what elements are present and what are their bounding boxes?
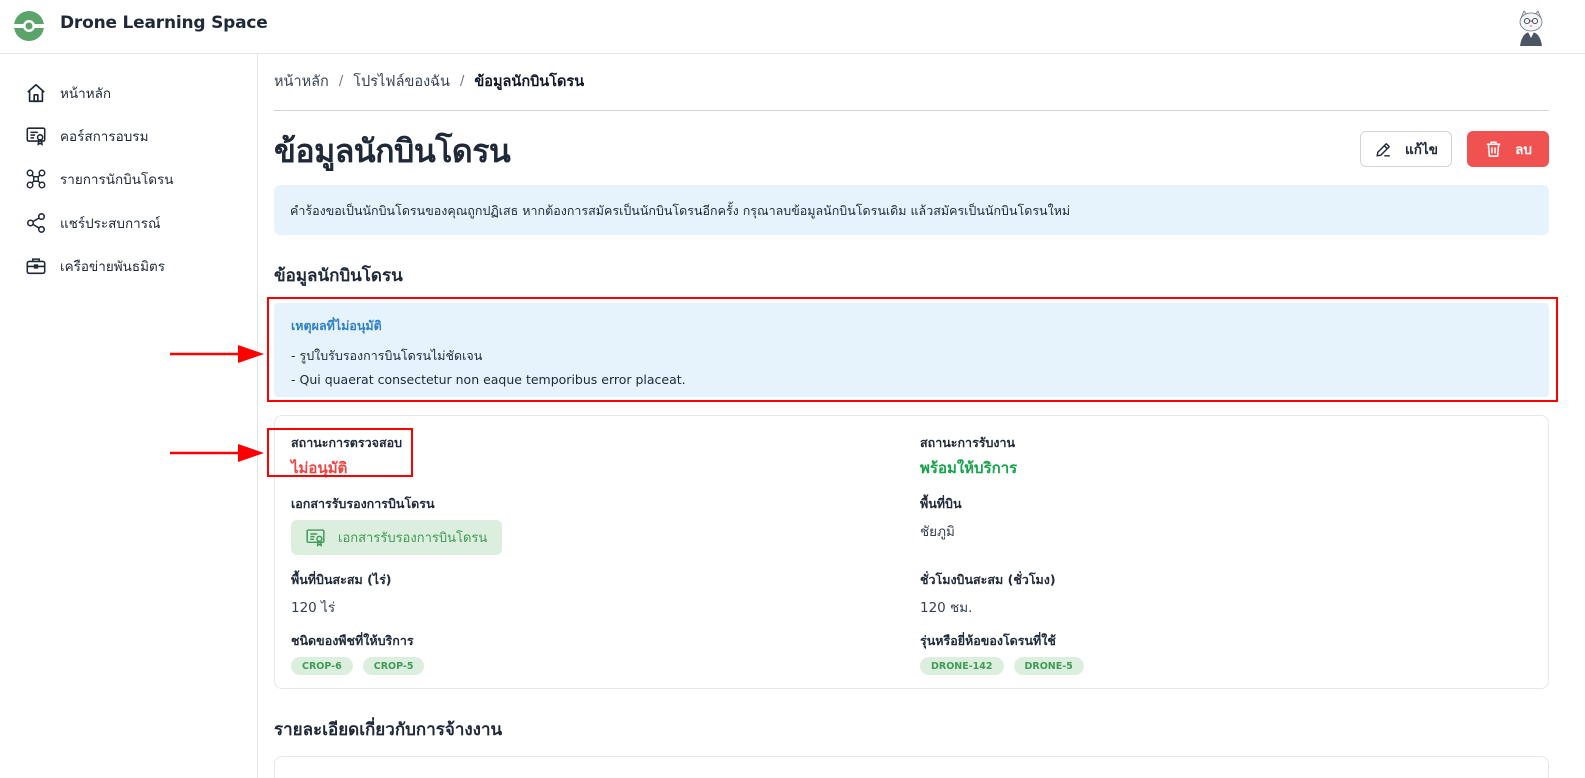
field-label: สถานะการตรวจสอบ [291,435,403,450]
breadcrumb-separator: / [459,74,465,89]
field-label: พื้นที่บิน [920,496,962,511]
pencil-icon [1376,142,1390,157]
certificate-document-label: เอกสารรับรองการบินโดรน [338,531,488,546]
section-title-pilot-info: ข้อมูลนักบินโดรน [274,266,403,286]
sidebar-item-label: เครือข่ายพันธมิตร [60,259,166,275]
sidebar-item-label: รายการนักบินโดรน [60,172,174,188]
field-label: ชนิดของพืชที่ให้บริการ [291,633,414,648]
drone-model-chips: DRONE-142 DRONE-5 [920,657,1094,675]
field-label: สถานะการรับงาน [920,435,1016,450]
page-title: ข้อมูลนักบินโดรน [274,132,511,170]
field-label: รุ่นหรือยี่ห้อของโดรนที่ใช้ [920,633,1056,648]
share-icon [24,211,48,235]
app-title: Drone Learning Space [60,13,268,33]
verification-status-value: ไม่อนุมัติ [291,459,348,477]
sidebar-item-label: แชร์ประสบการณ์ [60,216,161,232]
field-crop-types: ชนิดของพืชที่ให้บริการ CROP-6 CROP-5 [291,631,434,675]
crop-chip: CROP-5 [362,657,425,675]
accumulated-area-value: 120 ไร่ [291,600,336,616]
certificate-icon [24,124,48,148]
user-avatar[interactable] [1516,8,1546,46]
briefcase-icon [24,254,48,278]
delete-button[interactable]: ลบ [1467,131,1549,167]
logo-icon[interactable] [12,9,46,43]
field-work-status: สถานะการรับงาน พร้อมให้บริการ [920,433,1017,480]
crop-type-chips: CROP-6 CROP-5 [291,657,434,675]
flight-area-value: ชัยภูมิ [920,524,955,540]
breadcrumb-profile-link[interactable]: โปรไฟล์ของฉัน [353,70,450,93]
delete-button-label: ลบ [1515,142,1532,158]
sidebar-item-pilots[interactable]: รายการนักบินโดรน [24,165,244,193]
drone-icon [24,167,48,191]
accumulated-hours-value: 120 ชม. [920,600,973,616]
drone-chip: DRONE-142 [920,657,1004,675]
field-verification-status: สถานะการตรวจสอบ ไม่อนุมัติ [291,433,402,480]
certificate-document-button[interactable]: เอกสารรับรองการบินโดรน [291,520,502,555]
top-bar: Drone Learning Space [0,0,1585,54]
sidebar-item-partners[interactable]: เครือข่ายพันธมิตร [24,252,244,280]
trash-icon [1486,141,1501,157]
sidebar: หน้าหลัก คอร์สการอบรม รายการนักบินโดรน แ… [0,54,258,778]
field-label: เอกสารรับรองการบินโดรน [291,496,435,511]
sidebar-item-courses[interactable]: คอร์สการอบรม [24,122,244,150]
section-title-employment: รายละเอียดเกี่ยวกับการจ้างงาน [274,720,503,740]
drone-chip: DRONE-5 [1013,657,1084,675]
pilot-details-card: สถานะการตรวจสอบ ไม่อนุมัติ สถานะการรับงา… [274,415,1549,689]
sidebar-item-share[interactable]: แชร์ประสบการณ์ [24,209,244,237]
employment-card [274,756,1549,778]
field-label: พื้นที่บินสะสม (ไร่) [291,572,392,587]
field-certificate: เอกสารรับรองการบินโดรน เอกสารรับรองการบิ… [291,494,502,555]
certificate-icon [306,529,325,547]
edit-button[interactable]: แก้ไข [1360,131,1452,167]
sidebar-item-home[interactable]: หน้าหลัก [24,79,244,107]
breadcrumb-separator: / [338,74,344,89]
divider [274,110,1549,111]
rejection-reason-item: - รูปใบรับรองการบินโดรนไม่ชัดเจน [291,348,483,363]
breadcrumb: หน้าหลัก / โปรไฟล์ของฉัน / ข้อมูลนักบินโ… [274,70,584,93]
field-accumulated-area: พื้นที่บินสะสม (ไร่) 120 ไร่ [291,570,392,618]
edit-button-label: แก้ไข [1405,142,1438,158]
field-flight-area: พื้นที่บิน ชัยภูมิ [920,494,962,542]
sidebar-item-label: หน้าหลัก [60,86,112,102]
annotation-arrow-icon [170,345,264,363]
crop-chip: CROP-6 [291,657,353,675]
rejection-alert: คำร้องขอเป็นนักบินโดรนของคุณถูกปฏิเสธ หา… [274,185,1549,235]
breadcrumb-current: ข้อมูลนักบินโดรน [474,74,585,90]
rejection-reason-title: เหตุผลที่ไม่อนุมัติ [291,318,382,333]
annotation-arrow-icon [170,444,264,462]
field-accumulated-hours: ชั่วโมงบินสะสม (ชั่วโมง) 120 ชม. [920,570,1056,618]
sidebar-item-label: คอร์สการอบรม [60,129,149,145]
work-status-value: พร้อมให้บริการ [920,459,1018,477]
breadcrumb-home-link[interactable]: หน้าหลัก [274,70,329,93]
rejection-reason-box: เหตุผลที่ไม่อนุมัติ - รูปใบรับรองการบินโ… [274,303,1549,397]
home-icon [24,81,48,105]
field-drone-models: รุ่นหรือยี่ห้อของโดรนที่ใช้ DRONE-142 DR… [920,631,1094,675]
field-label: ชั่วโมงบินสะสม (ชั่วโมง) [920,572,1056,587]
rejection-reason-item: - Qui quaerat consectetur non eaque temp… [291,372,686,387]
